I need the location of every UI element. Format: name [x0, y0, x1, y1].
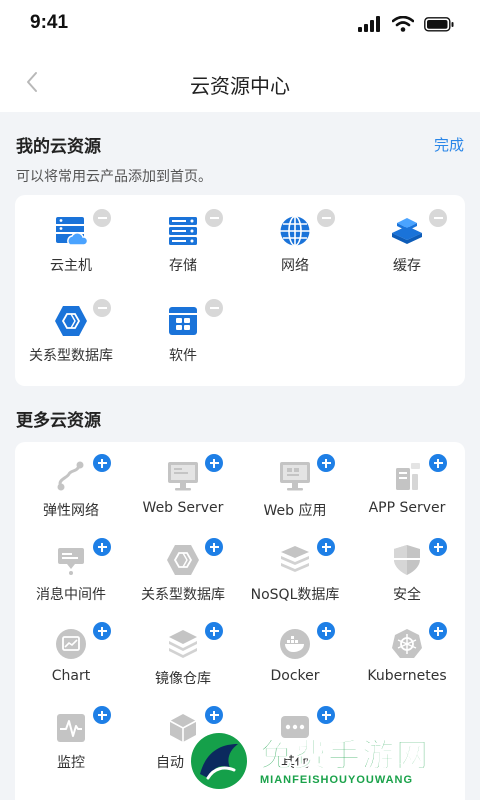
- item-label: 软件: [169, 348, 197, 364]
- storage-icon: [163, 211, 203, 251]
- watermark-subtitle: MIANFEISHOUYOUWANG: [260, 774, 414, 786]
- watermark-title: 免费手游网: [259, 736, 431, 775]
- item-label: 关系型数据库: [141, 587, 225, 603]
- add-badge[interactable]: [93, 454, 111, 472]
- my-resources-card: 云主机 存储 网络 缓存 关系型数据库 软件: [15, 195, 465, 386]
- item-label: 安全: [393, 587, 421, 603]
- my-item-cache[interactable]: 缓存: [351, 201, 463, 287]
- add-badge[interactable]: [205, 622, 223, 640]
- more-item-image-registry[interactable]: 镜像仓库: [127, 614, 239, 700]
- cloud-server-icon: [51, 211, 91, 251]
- hexagon-icon: [51, 301, 91, 341]
- add-badge[interactable]: [205, 454, 223, 472]
- done-button[interactable]: 完成: [434, 134, 464, 155]
- item-label: Docker: [270, 668, 320, 684]
- cable-icon: [51, 456, 91, 496]
- monitor-app-icon: [275, 456, 315, 496]
- cache-icon: [387, 211, 427, 251]
- item-label: 网络: [281, 258, 309, 274]
- docker-icon: [275, 624, 315, 664]
- more-item-docker[interactable]: Docker: [239, 614, 351, 700]
- chart-icon: [51, 624, 91, 664]
- wifi-icon: [392, 16, 414, 32]
- more-item-security[interactable]: 安全: [351, 530, 463, 616]
- nav-bar: 云资源中心: [0, 50, 480, 112]
- more-item-kubernetes[interactable]: Kubernetes: [351, 614, 463, 700]
- add-badge[interactable]: [93, 706, 111, 724]
- hexagon-icon: [163, 540, 203, 580]
- more-item-elastic-network[interactable]: 弹性网络: [15, 446, 127, 532]
- item-label: APP Server: [368, 500, 446, 516]
- remove-badge[interactable]: [93, 299, 111, 317]
- add-badge[interactable]: [317, 622, 335, 640]
- item-label: 镜像仓库: [155, 671, 211, 687]
- remove-badge[interactable]: [205, 209, 223, 227]
- message-icon: [51, 540, 91, 580]
- remove-badge[interactable]: [93, 209, 111, 227]
- status-icons: [358, 16, 454, 32]
- page-title: 云资源中心: [190, 74, 290, 98]
- pulse-icon: [51, 708, 91, 748]
- status-time: 9:41: [30, 12, 69, 33]
- item-label: Chart: [51, 668, 91, 684]
- more-item-web-app[interactable]: Web 应用: [239, 446, 351, 532]
- signal-icon: [358, 16, 380, 32]
- globe-icon: [275, 211, 315, 251]
- remove-badge[interactable]: [205, 299, 223, 317]
- more-item-nosql-db[interactable]: NoSQL数据库: [239, 530, 351, 616]
- kubernetes-icon: [387, 624, 427, 664]
- item-label: NoSQL数据库: [250, 587, 340, 603]
- more-item-app-server[interactable]: APP Server: [351, 446, 463, 532]
- add-badge[interactable]: [93, 538, 111, 556]
- remove-badge[interactable]: [429, 209, 447, 227]
- software-icon: [163, 301, 203, 341]
- shield-icon: [387, 540, 427, 580]
- add-badge[interactable]: [205, 538, 223, 556]
- database-icon: [275, 540, 315, 580]
- item-label: Web 应用: [263, 503, 327, 519]
- item-label: Web Server: [142, 500, 224, 516]
- more-resources-header: 更多云资源: [16, 406, 464, 431]
- item-label: 存储: [169, 258, 197, 274]
- my-item-storage[interactable]: 存储: [127, 201, 239, 287]
- add-badge[interactable]: [429, 622, 447, 640]
- item-label: 弹性网络: [43, 503, 99, 519]
- item-label: 消息中间件: [36, 587, 106, 603]
- monitor-icon: [163, 456, 203, 496]
- add-badge[interactable]: [429, 538, 447, 556]
- layers-icon: [163, 624, 203, 664]
- item-label: Kubernetes: [367, 668, 447, 684]
- my-item-relational-db[interactable]: 关系型数据库: [15, 291, 127, 377]
- my-resources-subtitle: 可以将常用云产品添加到首页。: [16, 169, 212, 185]
- add-badge[interactable]: [429, 454, 447, 472]
- my-resources-title: 我的云资源: [16, 137, 101, 157]
- add-badge[interactable]: [317, 538, 335, 556]
- battery-icon: [424, 16, 454, 32]
- item-label: 云主机: [50, 258, 92, 274]
- watermark-logo-icon: [188, 730, 250, 792]
- add-badge[interactable]: [205, 706, 223, 724]
- more-resources-title: 更多云资源: [16, 411, 101, 431]
- more-item-chart[interactable]: Chart: [15, 614, 127, 700]
- my-resources-header: 我的云资源 完成: [16, 132, 464, 157]
- watermark: 免费手游网 MIANFEISHOUYOUWANG: [186, 724, 480, 800]
- more-item-relational-db[interactable]: 关系型数据库: [127, 530, 239, 616]
- add-badge[interactable]: [93, 622, 111, 640]
- my-item-network[interactable]: 网络: [239, 201, 351, 287]
- app-server-icon: [387, 456, 427, 496]
- add-badge[interactable]: [317, 454, 335, 472]
- my-item-cloud-server[interactable]: 云主机: [15, 201, 127, 287]
- item-label: 缓存: [393, 258, 421, 274]
- add-badge[interactable]: [317, 706, 335, 724]
- item-label: 关系型数据库: [29, 348, 113, 364]
- more-item-web-server[interactable]: Web Server: [127, 446, 239, 532]
- more-item-message-middleware[interactable]: 消息中间件: [15, 530, 127, 616]
- my-item-software[interactable]: 软件: [127, 291, 239, 377]
- remove-badge[interactable]: [317, 209, 335, 227]
- status-bar: 9:41: [0, 0, 480, 50]
